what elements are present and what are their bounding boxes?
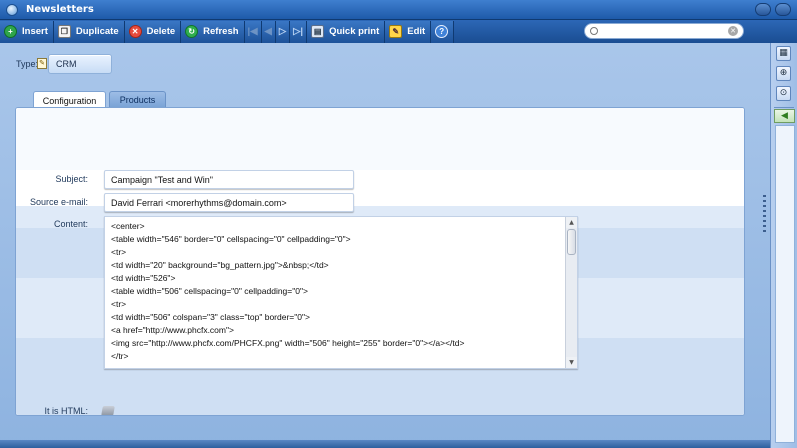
content-line: <a href="http://www.phcfx.com">: [111, 325, 234, 335]
last-record-button[interactable]: ▷|: [290, 20, 308, 43]
is-html-label: It is HTML:: [44, 406, 88, 416]
note-icon: ▦: [779, 48, 788, 58]
previous-record-icon: ◀: [264, 26, 272, 37]
scroll-thumb[interactable]: [567, 229, 576, 255]
source-email-label: Source e-mail:: [29, 197, 88, 207]
delete-button[interactable]: ✕ Delete: [124, 20, 182, 43]
last-record-icon: ▷|: [293, 26, 304, 37]
refresh-label: Refresh: [203, 26, 239, 37]
sidebar-zoom-button[interactable]: ⊕: [776, 66, 791, 81]
type-edit-icon[interactable]: ✎: [37, 58, 47, 69]
insert-button[interactable]: + Insert: [0, 20, 54, 43]
quick-print-label: Quick print: [329, 26, 380, 37]
edit-label: Edit: [407, 26, 426, 37]
insert-icon: +: [4, 25, 17, 38]
search-box: ✕: [584, 23, 744, 39]
scroll-up-icon[interactable]: ▲: [566, 217, 577, 228]
duplicate-icon: ❐: [57, 25, 71, 38]
sidebar-note-button[interactable]: ▦: [776, 46, 791, 61]
duplicate-button[interactable]: ❐ Duplicate: [53, 20, 125, 43]
title-bar: Newsletters: [0, 0, 797, 20]
refresh-icon: ↻: [185, 25, 199, 38]
refresh-button[interactable]: ↻ Refresh: [181, 20, 245, 43]
panel-band: [16, 108, 744, 124]
delete-icon: ✕: [128, 25, 142, 38]
content-line: <img src="http://www.phcfx.com/PHCFX.png…: [111, 338, 465, 348]
content-line: <table width="506" cellspacing="0" cellp…: [111, 286, 308, 296]
content-scrollbar[interactable]: ▲ ▼: [565, 217, 577, 368]
insert-label: Insert: [22, 26, 48, 37]
type-field[interactable]: CRM: [48, 54, 112, 74]
sidebar-back-button[interactable]: ◀: [774, 109, 795, 123]
sidebar-link-button[interactable]: ⊙: [776, 86, 791, 101]
first-record-icon: |◀: [247, 26, 258, 37]
content-line: <td width="526">: [111, 273, 176, 283]
back-arrow-icon: ◀: [781, 111, 788, 121]
right-sidebar: ▦ ⊕ ⊙ ◀: [770, 43, 797, 448]
subject-label: Subject:: [55, 174, 88, 184]
content-line: <table width="546" border="0" cellspacin…: [111, 234, 351, 244]
first-record-button[interactable]: |◀: [244, 20, 262, 43]
help-button[interactable]: ?: [431, 20, 455, 43]
app-icon: [6, 3, 18, 16]
type-label: Type:: [16, 59, 39, 69]
main-area: Type: ✎ CRM Products Configuration Subje…: [0, 43, 770, 448]
quick-print-icon: ▤: [311, 25, 325, 38]
subject-input[interactable]: Campaign "Test and Win": [104, 170, 354, 189]
source-email-input[interactable]: David Ferrari <morerhythms@domain.com>: [104, 193, 354, 212]
configuration-panel: Subject: Campaign "Test and Win" Source …: [15, 107, 745, 416]
previous-record-button[interactable]: ◀: [261, 20, 276, 43]
edit-button[interactable]: ✎ Edit: [385, 20, 432, 43]
content-line: <td width="506" colspan="3" class="top" …: [111, 312, 310, 322]
scroll-down-icon[interactable]: ▼: [566, 357, 577, 368]
content-line: <td width="20" background="bg_pattern.jp…: [111, 260, 329, 270]
search-icon: [590, 27, 598, 35]
next-record-icon: ▷: [278, 26, 287, 37]
link-icon: ⊙: [779, 88, 788, 98]
search-input[interactable]: [602, 25, 728, 37]
content-line: <tr>: [111, 299, 127, 309]
content-line: <tr>: [111, 247, 127, 257]
bottom-strip: [0, 440, 770, 448]
panel-band: [16, 124, 744, 146]
edit-icon: ✎: [389, 25, 403, 38]
window-title: Newsletters: [26, 4, 94, 15]
quick-print-button[interactable]: ▤ Quick print: [307, 20, 386, 43]
panel-band: [16, 146, 744, 170]
close-button[interactable]: [775, 3, 791, 16]
content-line: </tr>: [111, 351, 129, 361]
is-html-checkbox[interactable]: [101, 406, 115, 415]
delete-label: Delete: [146, 26, 176, 37]
window-controls: [755, 3, 791, 16]
next-record-button[interactable]: ▷: [275, 20, 291, 43]
content-editor[interactable]: <center> <table width="546" border="0" c…: [104, 216, 578, 369]
content-lines: <center> <table width="546" border="0" c…: [105, 220, 567, 363]
content-label: Content:: [53, 219, 88, 229]
zoom-icon: ⊕: [779, 68, 788, 78]
panel-splitter[interactable]: [760, 43, 769, 398]
sidebar-divider: [774, 107, 794, 108]
minimize-button[interactable]: [755, 3, 771, 16]
content-line: <center>: [111, 221, 145, 231]
splitter-grip-icon: [763, 195, 766, 235]
sidebar-panel: [775, 125, 795, 443]
duplicate-label: Duplicate: [75, 26, 119, 37]
help-icon: ?: [435, 25, 449, 38]
clear-search-icon[interactable]: ✕: [728, 26, 738, 36]
tab-products[interactable]: Products: [109, 91, 166, 108]
